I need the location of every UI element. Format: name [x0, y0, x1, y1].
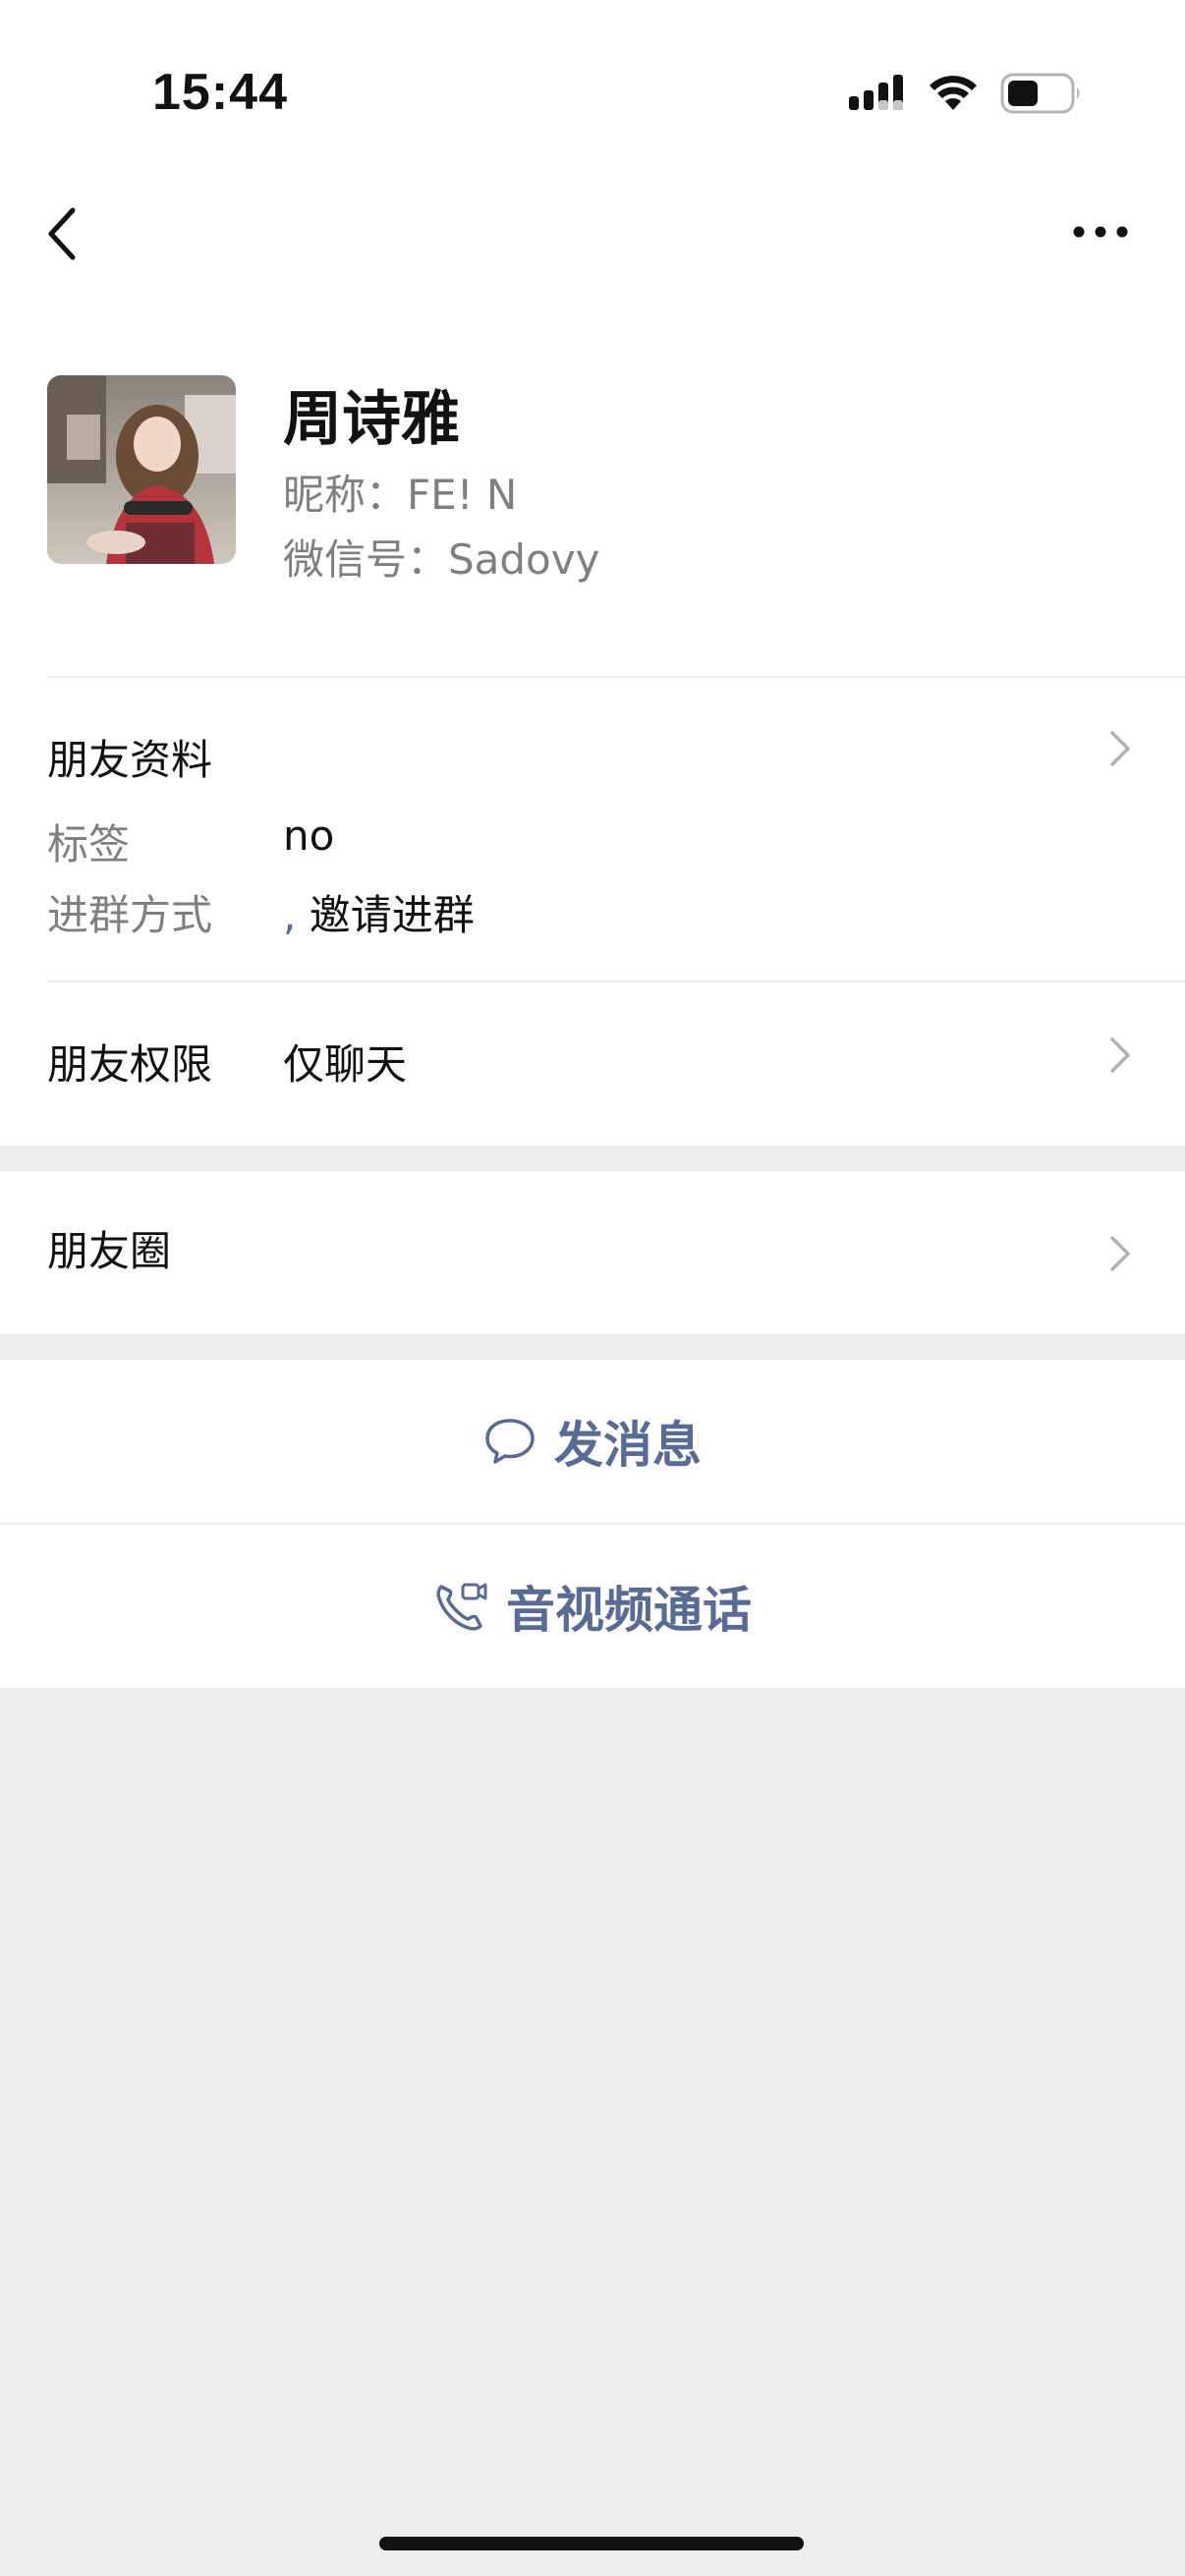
moments-row[interactable]: 朋友圈 [0, 1171, 1185, 1334]
permissions-label: 朋友权限 [47, 1040, 213, 1089]
av-call-label: 音视频通话 [506, 1582, 752, 1639]
chevron-right-icon [1110, 1037, 1130, 1073]
back-arrow-icon[interactable] [43, 204, 83, 263]
contact-name: 周诗雅 [283, 385, 460, 454]
friend-info-row[interactable]: 朋友资料 [0, 678, 1185, 784]
profile-header: 周诗雅 昵称：FE! N 微信号：Sadovy [0, 285, 1185, 678]
friend-info-section: 朋友资料 标签 no 进群方式 , 邀请进群 朋友权限 仅聊天 [0, 678, 1185, 1146]
send-message-section: 发消息 [0, 1360, 1185, 1523]
status-time: 15:44 [152, 64, 288, 121]
avatar[interactable] [47, 375, 236, 564]
status-bar: 15:44 [0, 0, 1185, 177]
send-message-button[interactable]: 发消息 [0, 1360, 1185, 1523]
moments-label: 朋友圈 [47, 1227, 172, 1275]
chevron-right-icon [1110, 1236, 1130, 1271]
av-call-section: 音视频通话 [0, 1525, 1185, 1688]
nickname: 昵称：FE! N [283, 471, 518, 519]
more-options-icon[interactable] [1071, 222, 1130, 242]
nav-bar [0, 177, 1185, 285]
chat-bubble-icon [485, 1419, 535, 1464]
permissions-row[interactable]: 朋友权限 仅聊天 [0, 982, 1185, 1146]
join-method-value: , 邀请进群 [283, 882, 475, 942]
battery-icon [1000, 73, 1080, 114]
wifi-icon [930, 76, 977, 110]
tag-value: no [283, 812, 335, 860]
wechat-id: 微信号：Sadovy [283, 535, 600, 584]
join-method-text: 邀请进群 [309, 891, 475, 939]
permissions-value: 仅聊天 [283, 1040, 408, 1089]
friend-info-title: 朋友资料 [47, 736, 213, 784]
join-method-comma: , [283, 891, 297, 939]
chevron-right-icon [1110, 731, 1130, 766]
join-method-label: 进群方式 [47, 891, 213, 939]
send-message-label: 发消息 [554, 1417, 702, 1474]
av-call-button[interactable]: 音视频通话 [0, 1525, 1185, 1688]
cellular-signal-icon [849, 75, 903, 110]
home-indicator [379, 2537, 804, 2550]
tag-label: 标签 [47, 820, 131, 868]
video-call-icon [436, 1583, 487, 1631]
